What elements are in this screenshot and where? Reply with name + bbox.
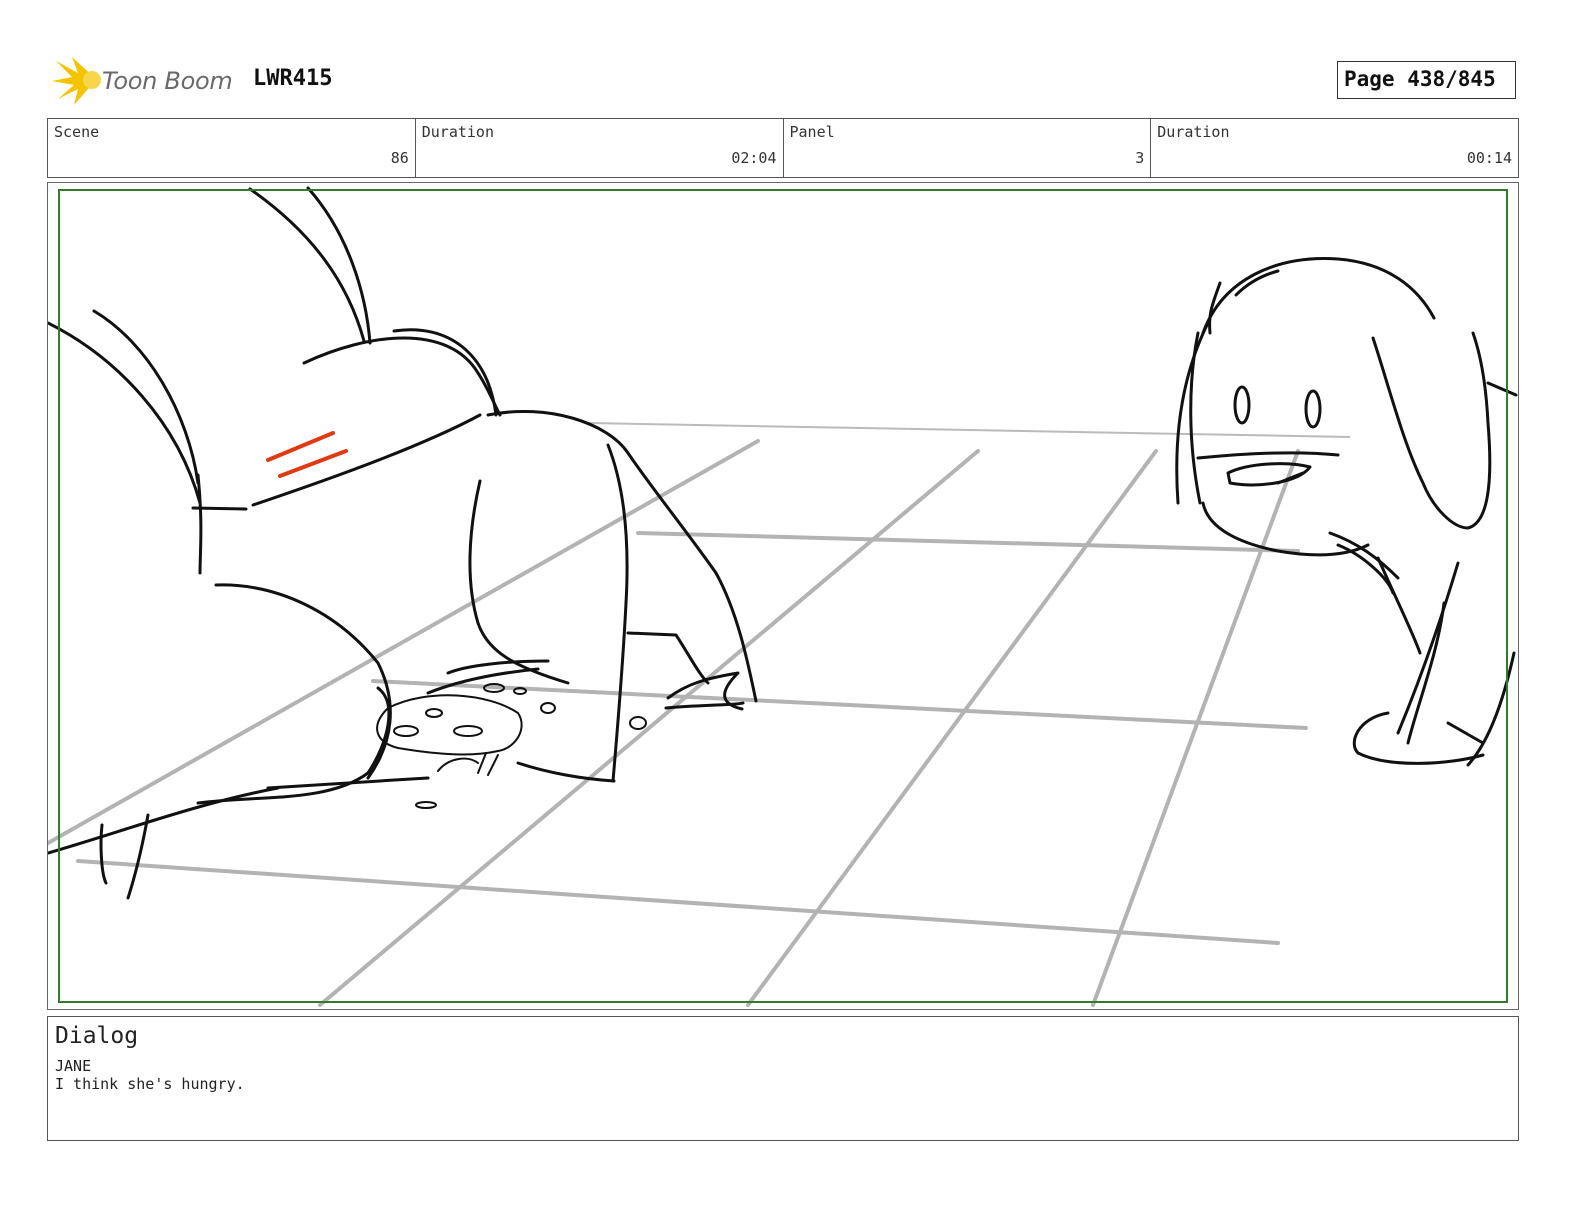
- floor-grid: [48, 439, 1308, 1007]
- crouching-character-sketch: [48, 186, 758, 900]
- page-number: Page 438/845: [1344, 67, 1496, 91]
- camera-frame-guide: [58, 189, 1508, 1003]
- panel-duration-label: Duration: [1157, 123, 1230, 141]
- scene-label: Scene: [54, 123, 100, 141]
- horizon-line: [587, 422, 1351, 438]
- panel-sketch: [48, 186, 1518, 1007]
- dialog-title: Dialog: [55, 1023, 139, 1049]
- dialog-line: I think she's hungry.: [55, 1075, 245, 1093]
- dog-character-sketch: [1175, 257, 1518, 767]
- panel-duration-cell: Duration 00:14: [1151, 119, 1518, 177]
- red-accent-marks: [266, 431, 348, 478]
- food-pile-sketch: [376, 683, 647, 809]
- scene-duration-value: 02:04: [731, 149, 777, 167]
- scene-info-row: Scene 86 Duration 02:04 Panel 3 Duration…: [47, 118, 1519, 178]
- scene-cell: Scene 86: [48, 119, 416, 177]
- panel-label: Panel: [789, 123, 835, 141]
- logo-text: Toon Boom: [102, 67, 233, 95]
- panel-cell: Panel 3: [784, 119, 1152, 177]
- scene-duration-label: Duration: [421, 123, 494, 141]
- dialog-speaker: JANE: [55, 1057, 92, 1075]
- project-code: LWR415: [253, 66, 333, 91]
- page-indicator: Page 438/845: [1337, 61, 1516, 99]
- scene-value: 86: [390, 149, 409, 167]
- panel-duration-value: 00:14: [1466, 149, 1512, 167]
- scene-duration-cell: Duration 02:04: [416, 119, 784, 177]
- storyboard-panel: [47, 182, 1519, 1010]
- toon-boom-logo: Toon Boom: [52, 55, 242, 107]
- starburst-icon: [52, 57, 101, 105]
- dialog-box: Dialog JANE I think she's hungry.: [47, 1016, 1519, 1141]
- panel-value: 3: [1135, 149, 1145, 167]
